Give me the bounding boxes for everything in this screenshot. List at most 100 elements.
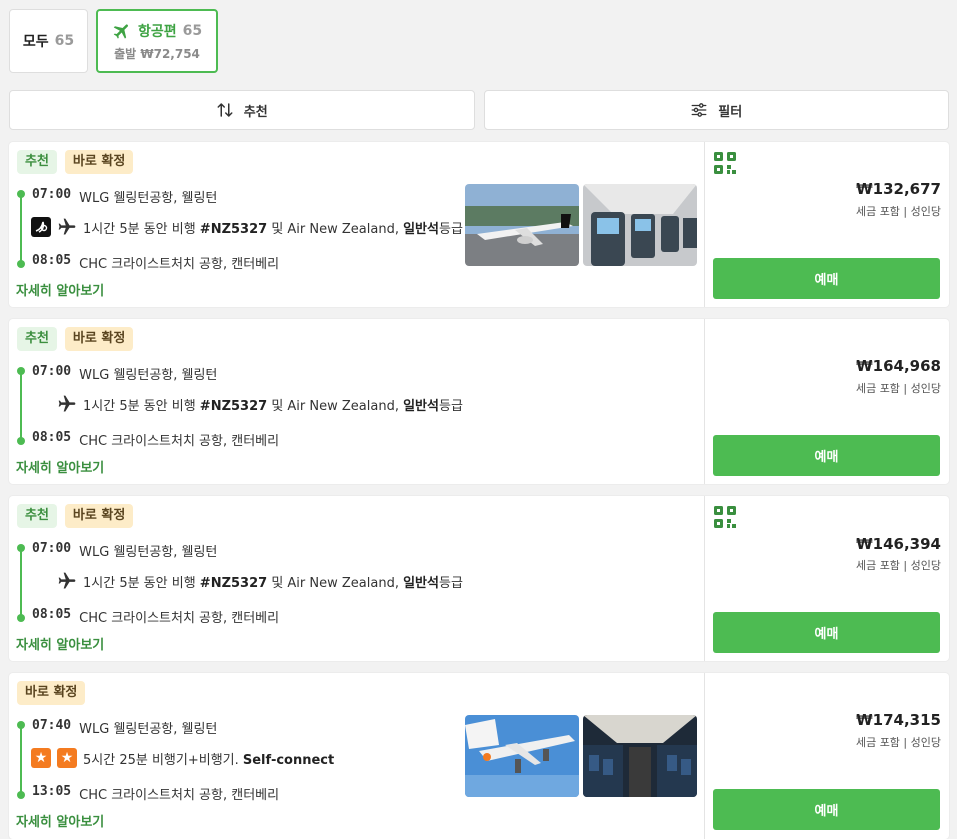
filter-button[interactable]: 필터 <box>483 90 949 130</box>
cabin-interior-photo[interactable] <box>583 715 697 797</box>
recommended-badge: 추천 <box>17 150 57 174</box>
arrival-time: 08:05 <box>32 253 72 268</box>
flight-info: 1시간 5분 동안 비행 #NZ5327 및 Air New Zealand, … <box>57 394 463 414</box>
photos <box>465 184 697 266</box>
departure-airport: WLG 웰링턴공항, 웰링턴 <box>79 722 218 737</box>
toolbar: 추천 필터 <box>9 90 949 130</box>
price-note: 세금 포함 | 성인당 <box>855 559 941 572</box>
flight-card-price: ₩164,968 세금 포함 | 성인당 예매 <box>705 319 949 484</box>
badges: 추천 바로 확정 <box>17 150 134 174</box>
qr-code-icon <box>714 152 736 174</box>
flight-card-price: ₩132,677 세금 포함 | 성인당 예매 <box>705 142 949 307</box>
price: ₩174,315 <box>856 711 941 729</box>
details-link[interactable]: 자세히 알아보기 <box>16 280 104 299</box>
departure-airport: WLG 웰링턴공항, 웰링턴 <box>79 191 218 206</box>
details-link[interactable]: 자세히 알아보기 <box>16 457 104 476</box>
air-new-zealand-logo-icon <box>31 217 51 237</box>
arrival: 08:05 CHC 크라이스트처치 공항, 캔터베리 <box>32 430 279 449</box>
arrival-airport: CHC 크라이스트처치 공항, 캔터베리 <box>79 611 280 626</box>
price-note: 세금 포함 | 성인당 <box>855 205 941 218</box>
flight-card: 추천 바로 확정 07:00 WLG 웰링턴공항, 웰링턴 1시간 5분 동안 … <box>9 319 949 484</box>
recommended-badge: 추천 <box>17 504 57 528</box>
aircraft-exterior-photo[interactable] <box>465 715 579 797</box>
flight-number: #NZ5327 <box>199 221 268 237</box>
tab-flights[interactable]: 항공편 65 출발 ₩72,754 <box>96 9 218 73</box>
arrival-airport: CHC 크라이스트처치 공항, 캔터베리 <box>79 257 280 272</box>
sort-arrows-icon <box>217 103 233 117</box>
flight-card: 추천 바로 확정 07:00 WLG 웰링턴공항, 웰링턴 1시간 5분 동안 … <box>9 496 949 661</box>
arrival-time: 13:05 <box>32 784 72 799</box>
flight-summary: 1시간 5분 동안 비행 #NZ5327 및 Air New Zealand, … <box>83 398 463 414</box>
price: ₩132,677 <box>856 180 941 198</box>
price: ₩146,394 <box>856 535 941 553</box>
flight-number: #NZ5327 <box>199 575 268 591</box>
tab-all-count: 65 <box>54 33 75 49</box>
flight-summary: 1시간 5분 동안 비행 #NZ5327 및 Air New Zealand, … <box>83 575 463 591</box>
departure: 07:00 WLG 웰링턴공항, 웰링턴 <box>32 364 217 383</box>
airplane-icon <box>113 23 128 39</box>
tab-all-label: 모두 <box>22 34 49 50</box>
cabin-class: 일반석 <box>403 398 439 414</box>
jetstar-logo-icon: ★ <box>57 748 77 768</box>
airplane-icon <box>58 572 76 589</box>
departure-airport: WLG 웰링턴공항, 웰링턴 <box>79 368 218 383</box>
aircraft-exterior-photo[interactable] <box>465 184 579 266</box>
sort-button[interactable]: 추천 <box>9 90 475 130</box>
arrival: 13:05 CHC 크라이스트처치 공항, 캔터베리 <box>32 784 279 803</box>
flight-info: ★ ★ 5시간 25분 비행기+비행기. Self-connect <box>31 748 334 768</box>
cabin-class: 일반석 <box>403 221 439 237</box>
badges: 추천 바로 확정 <box>17 327 134 351</box>
book-button[interactable]: 예매 <box>713 258 940 299</box>
flight-summary: 1시간 5분 동안 비행 #NZ5327 및 Air New Zealand, … <box>83 221 463 237</box>
instant-confirm-badge: 바로 확정 <box>17 681 86 705</box>
flight-info: 1시간 5분 동안 비행 #NZ5327 및 Air New Zealand, … <box>57 571 463 591</box>
badges: 바로 확정 <box>17 681 86 705</box>
arrival: 08:05 CHC 크라이스트처치 공항, 캔터베리 <box>32 607 279 626</box>
departure-time: 07:40 <box>32 718 72 733</box>
flight-card-price: ₩146,394 세금 포함 | 성인당 예매 <box>705 496 949 661</box>
flight-card-itinerary: 바로 확정 07:40 WLG 웰링턴공항, 웰링턴 ★ ★ 5시간 25분 비… <box>9 673 705 839</box>
cabin-class: 일반석 <box>403 575 439 591</box>
recommended-badge: 추천 <box>17 327 57 351</box>
flight-card-price: ₩174,315 세금 포함 | 성인당 예매 <box>705 673 949 839</box>
arrival-time: 08:05 <box>32 607 72 622</box>
filter-label: 필터 <box>718 104 743 120</box>
photos <box>465 715 697 797</box>
details-link[interactable]: 자세히 알아보기 <box>16 811 104 830</box>
flight-card-itinerary: 추천 바로 확정 07:00 WLG 웰링턴공항, 웰링턴 1시간 5분 동안 … <box>9 496 705 661</box>
tab-flights-count: 65 <box>182 22 203 39</box>
departure-airport: WLG 웰링턴공항, 웰링턴 <box>79 545 218 560</box>
arrival: 08:05 CHC 크라이스트처치 공항, 캔터베리 <box>32 253 279 272</box>
arrival-airport: CHC 크라이스트처치 공항, 캔터베리 <box>79 434 280 449</box>
instant-confirm-badge: 바로 확정 <box>64 327 134 351</box>
departure-time: 07:00 <box>32 541 72 556</box>
book-button[interactable]: 예매 <box>713 435 940 476</box>
book-button[interactable]: 예매 <box>713 612 940 653</box>
departure: 07:40 WLG 웰링턴공항, 웰링턴 <box>32 718 217 737</box>
details-link[interactable]: 자세히 알아보기 <box>16 634 104 653</box>
flight-card: 바로 확정 07:40 WLG 웰링턴공항, 웰링턴 ★ ★ 5시간 25분 비… <box>9 673 949 839</box>
self-connect-label: Self-connect <box>242 752 335 768</box>
price-note: 세금 포함 | 성인당 <box>855 382 941 395</box>
sort-label: 추천 <box>243 104 268 120</box>
cabin-interior-photo[interactable] <box>583 184 697 266</box>
departure: 07:00 WLG 웰링턴공항, 웰링턴 <box>32 187 217 206</box>
flight-card: 추천 바로 확정 07:00 WLG 웰링턴공항, 웰링턴 1시간 5분 동안 … <box>9 142 949 307</box>
flight-number: #NZ5327 <box>199 398 268 414</box>
arrival-time: 08:05 <box>32 430 72 445</box>
tab-flights-label: 항공편 <box>137 23 177 40</box>
book-button[interactable]: 예매 <box>713 789 940 830</box>
instant-confirm-badge: 바로 확정 <box>64 504 134 528</box>
departure-time: 07:00 <box>32 364 72 379</box>
flight-card-itinerary: 추천 바로 확정 07:00 WLG 웰링턴공항, 웰링턴 1시간 5분 동안 … <box>9 319 705 484</box>
flight-info: 1시간 5분 동안 비행 #NZ5327 및 Air New Zealand, … <box>31 217 463 237</box>
jetstar-logo-icon: ★ <box>31 748 51 768</box>
qr-code-icon <box>714 506 736 528</box>
arrival-airport: CHC 크라이스트처치 공항, 캔터베리 <box>79 788 280 803</box>
price-note: 세금 포함 | 성인당 <box>855 736 941 749</box>
tab-all[interactable]: 모두 65 <box>9 9 88 73</box>
instant-confirm-badge: 바로 확정 <box>64 150 134 174</box>
departure: 07:00 WLG 웰링턴공항, 웰링턴 <box>32 541 217 560</box>
filter-sliders-icon <box>691 103 707 117</box>
airplane-icon <box>58 218 76 235</box>
